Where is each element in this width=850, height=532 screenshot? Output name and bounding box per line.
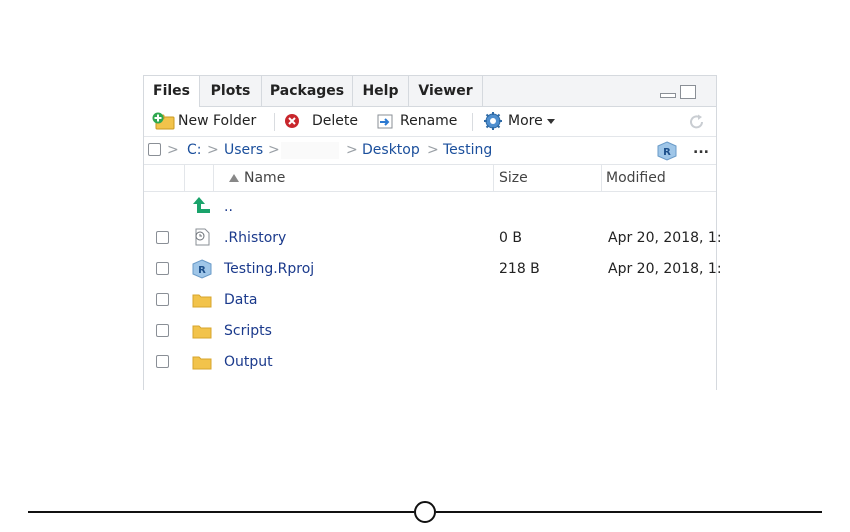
- minimize-pane-button[interactable]: [660, 93, 676, 98]
- delete-button[interactable]: Delete: [284, 107, 358, 136]
- redacted-username: [281, 142, 339, 159]
- column-divider: [601, 165, 602, 191]
- svg-text:R: R: [198, 265, 206, 276]
- select-all-checkbox[interactable]: [148, 143, 161, 156]
- maximize-pane-button[interactable]: [680, 85, 696, 99]
- tab-files[interactable]: Files: [144, 76, 200, 108]
- more-label: More: [508, 113, 543, 129]
- parent-directory-row[interactable]: ..: [144, 192, 716, 223]
- files-pane: Files Plots Packages Help Viewer New Fol…: [143, 75, 722, 390]
- folder-name-link[interactable]: Output: [224, 347, 273, 378]
- more-path-button[interactable]: ...: [693, 137, 709, 164]
- breadcrumb-desktop[interactable]: Desktop: [362, 137, 420, 164]
- tab-plots[interactable]: Plots: [200, 76, 262, 107]
- row-checkbox[interactable]: [156, 355, 169, 368]
- tab-help[interactable]: Help: [353, 76, 409, 107]
- folder-icon: [192, 356, 212, 370]
- rename-icon: [377, 114, 393, 129]
- breadcrumb-separator: >: [427, 142, 439, 158]
- row-checkbox[interactable]: [156, 324, 169, 337]
- tab-viewer[interactable]: Viewer: [409, 76, 483, 107]
- modified-column-header[interactable]: Modified: [606, 165, 666, 191]
- file-row[interactable]: Scripts: [144, 316, 716, 347]
- row-checkbox[interactable]: [156, 293, 169, 306]
- breadcrumb-separator: >: [207, 142, 219, 158]
- tab-bar: Files Plots Packages Help Viewer: [144, 75, 716, 108]
- parent-directory-label: ..: [224, 199, 233, 215]
- row-checkbox[interactable]: [156, 231, 169, 244]
- toolbar-divider: [274, 113, 275, 131]
- gear-icon: [484, 112, 502, 130]
- new-folder-icon: [152, 112, 175, 130]
- file-row[interactable]: R Testing.Rproj 218 B Apr 20, 2018, 1:: [144, 254, 722, 285]
- rename-button[interactable]: Rename: [376, 107, 457, 136]
- breadcrumb: > C: > Users > > Desktop > Testing R ...: [144, 137, 716, 165]
- folder-icon: [192, 325, 212, 339]
- name-column-header[interactable]: Name: [228, 165, 285, 191]
- name-header-label: Name: [244, 170, 286, 186]
- file-row[interactable]: Output: [144, 347, 716, 378]
- folder-icon: [192, 294, 212, 308]
- svg-text:R: R: [663, 147, 671, 158]
- divider-circle: [414, 501, 436, 523]
- file-name-link[interactable]: .Rhistory: [224, 223, 286, 254]
- toolbar-divider: [472, 113, 473, 131]
- column-header: Name Size Modified: [144, 165, 716, 192]
- size-column-header[interactable]: Size: [499, 165, 528, 191]
- delete-label: Delete: [312, 113, 358, 129]
- breadcrumb-separator: >: [167, 142, 179, 158]
- divider-line-right: [436, 511, 822, 513]
- tab-packages[interactable]: Packages: [262, 76, 353, 107]
- divider-line-left: [28, 511, 414, 513]
- breadcrumb-drive[interactable]: C:: [187, 137, 202, 164]
- sort-ascending-icon: [229, 174, 239, 182]
- breadcrumb-users[interactable]: Users: [224, 137, 263, 164]
- breadcrumb-separator: >: [346, 142, 358, 158]
- breadcrumb-separator: >: [268, 142, 280, 158]
- breadcrumb-testing[interactable]: Testing: [443, 137, 492, 164]
- file-row[interactable]: .Rhistory 0 B Apr 20, 2018, 1:: [144, 223, 722, 254]
- refresh-icon[interactable]: [687, 112, 707, 132]
- chevron-down-icon: [546, 118, 555, 124]
- rhistory-icon: [195, 228, 210, 246]
- new-folder-button[interactable]: New Folder: [152, 107, 256, 136]
- rename-label: Rename: [400, 113, 458, 129]
- file-modified: Apr 20, 2018, 1:: [608, 230, 722, 246]
- delete-icon: [285, 114, 299, 128]
- file-size: 0 B: [499, 230, 522, 246]
- column-divider: [184, 165, 185, 191]
- file-modified: Apr 20, 2018, 1:: [608, 261, 722, 277]
- rproject-icon[interactable]: R: [656, 141, 678, 161]
- row-checkbox[interactable]: [156, 262, 169, 275]
- file-row[interactable]: Data: [144, 285, 716, 316]
- new-folder-label: New Folder: [178, 113, 257, 129]
- file-name-link[interactable]: Testing.Rproj: [224, 254, 314, 285]
- column-divider: [213, 165, 214, 191]
- folder-name-link[interactable]: Data: [224, 285, 257, 316]
- more-menu-button[interactable]: More: [483, 107, 555, 136]
- file-size: 218 B: [499, 261, 540, 277]
- column-divider: [493, 165, 494, 191]
- up-arrow-icon: [193, 197, 210, 213]
- rproj-icon: R: [192, 259, 212, 279]
- folder-name-link[interactable]: Scripts: [224, 316, 272, 347]
- files-toolbar: New Folder Delete Rename More: [144, 107, 716, 137]
